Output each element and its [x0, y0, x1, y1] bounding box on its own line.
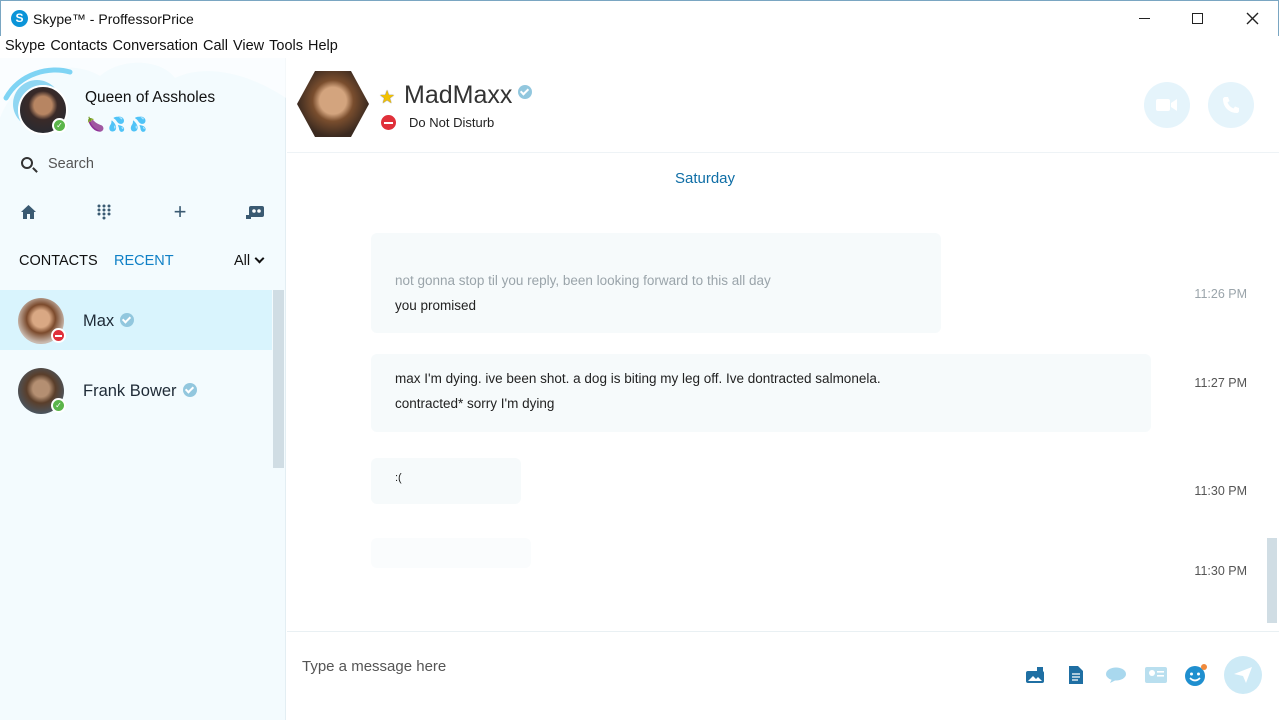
sidebar-scrollbar[interactable] [273, 290, 284, 468]
minimize-button[interactable] [1121, 1, 1167, 35]
message-bubble[interactable]: max I'm dying. ive been shot. a dog is b… [371, 354, 1151, 432]
profile-name[interactable]: Queen of Assholes [85, 89, 215, 107]
message-input[interactable]: Type a message here [302, 658, 446, 675]
message-composer: Type a message here [287, 631, 1279, 720]
verified-icon [120, 313, 135, 327]
audio-call-button[interactable] [1208, 82, 1254, 128]
message-bubble[interactable]: :( [371, 458, 521, 504]
filter-dropdown[interactable]: All [234, 253, 265, 269]
verified-icon [518, 85, 533, 99]
message-timestamp: 11:27 PM [1194, 376, 1247, 390]
maximize-icon [1191, 12, 1203, 24]
home-icon[interactable] [16, 200, 40, 224]
message-timestamp: 11:26 PM [1194, 287, 1247, 301]
contact-name: Frank Bower [83, 382, 197, 401]
emoticon-icon[interactable] [1184, 663, 1208, 687]
tab-contacts[interactable]: CONTACTS [19, 253, 98, 269]
online-status-icon: ✓ [52, 118, 67, 133]
day-separator: Saturday [674, 170, 736, 187]
online-status-icon: ✓ [51, 398, 66, 413]
conversation-title[interactable]: MadMaxx [404, 81, 533, 110]
message-bubble[interactable]: not gonna stop til you reply, been looki… [371, 233, 941, 333]
title-bar: S Skype™ - ProffessorPrice [0, 0, 1279, 36]
conversation-pane: ★ MadMaxx Do Not Disturb Saturday not go… [287, 58, 1279, 720]
search-input[interactable]: Search [48, 156, 94, 172]
menu-bar: Skype Contacts Conversation Call View To… [0, 36, 1279, 58]
chevron-down-icon [254, 253, 265, 264]
conversation-title-text: MadMaxx [404, 81, 513, 109]
filter-label: All [234, 253, 251, 269]
minimize-icon [1138, 17, 1150, 19]
message-text: max I'm dying. ive been shot. a dog is b… [395, 371, 881, 386]
menu-skype[interactable]: Skype [4, 36, 49, 58]
video-message-icon[interactable] [1104, 663, 1128, 687]
do-not-disturb-status-icon [51, 328, 66, 343]
message-text: :( [395, 472, 402, 484]
send-photo-icon[interactable] [1023, 663, 1047, 687]
verified-icon [182, 383, 197, 397]
sidebar: ✓ Queen of Assholes 🍆💦💦 Search + CONTACT… [0, 58, 286, 720]
conversation-status: Do Not Disturb [409, 115, 495, 130]
video-call-button[interactable] [1144, 82, 1190, 128]
phone-icon [1223, 97, 1239, 113]
video-camera-icon [1156, 99, 1177, 111]
menu-tools[interactable]: Tools [268, 36, 307, 58]
profile-mood-message[interactable]: 🍆💦💦 [87, 116, 151, 133]
conversation-header: ★ MadMaxx Do Not Disturb [287, 58, 1279, 153]
menu-view[interactable]: View [232, 36, 268, 58]
conversation-avatar[interactable] [297, 71, 369, 137]
window-title: Skype™ - ProffessorPrice [33, 11, 194, 27]
message-bubble[interactable] [371, 538, 531, 568]
menu-contacts[interactable]: Contacts [49, 36, 111, 58]
send-icon [1234, 667, 1252, 683]
maximize-button[interactable] [1174, 1, 1220, 35]
search-box[interactable]: Search [18, 154, 268, 176]
message-text: you promised [395, 298, 477, 313]
conversation-scrollbar[interactable] [1267, 538, 1277, 623]
add-contact-icon[interactable]: + [168, 200, 192, 224]
sidebar-toolbar: + [0, 200, 286, 224]
contact-list-tabs: CONTACTS RECENT All [0, 251, 286, 275]
do-not-disturb-status-icon [381, 115, 396, 130]
menu-help[interactable]: Help [307, 36, 342, 58]
message-text: contracted* sorry I'm dying [395, 396, 555, 411]
tab-recent[interactable]: RECENT [114, 253, 174, 269]
contact-name-text: Frank Bower [83, 382, 177, 400]
skype-logo-icon: S [11, 10, 28, 27]
send-button[interactable] [1224, 656, 1262, 694]
close-icon [1246, 12, 1258, 24]
contact-name-text: Max [83, 312, 115, 330]
contact-item-frank-bower[interactable]: ✓ Frank Bower [0, 360, 272, 420]
contact-item-max[interactable]: Max [0, 290, 272, 350]
search-icon [21, 157, 33, 169]
message-text: not gonna stop til you reply, been looki… [395, 273, 771, 288]
send-file-icon[interactable] [1064, 663, 1088, 687]
message-timestamp: 11:30 PM [1194, 564, 1247, 578]
bots-icon[interactable] [244, 200, 268, 224]
contact-name: Max [83, 312, 135, 331]
send-contacts-icon[interactable] [1144, 663, 1168, 687]
menu-call[interactable]: Call [202, 36, 232, 58]
dialpad-icon[interactable] [92, 200, 116, 224]
menu-conversation[interactable]: Conversation [112, 36, 202, 58]
close-button[interactable] [1229, 1, 1275, 35]
message-timestamp: 11:30 PM [1194, 484, 1247, 498]
favorite-star-icon[interactable]: ★ [379, 87, 395, 108]
